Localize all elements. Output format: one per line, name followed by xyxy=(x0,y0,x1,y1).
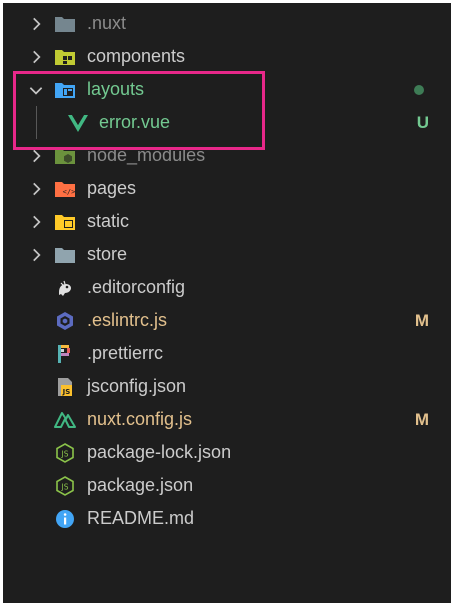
svg-text:JS: JS xyxy=(61,449,69,458)
tree-item-nuxt[interactable]: .nuxt xyxy=(3,7,451,40)
static-folder-icon xyxy=(54,211,76,233)
tree-item-prettierrc[interactable]: .prettierrc xyxy=(3,337,451,370)
chevron-right-icon xyxy=(33,50,41,63)
tree-item-label: pages xyxy=(87,178,137,198)
info-icon xyxy=(54,508,76,530)
nodejs-icon: JS xyxy=(54,442,76,464)
highlight-box xyxy=(13,71,265,150)
tree-item-readme[interactable]: README.md xyxy=(3,502,451,535)
tree-item-label: jsconfig.json xyxy=(87,376,187,396)
tree-item-store[interactable]: store xyxy=(3,238,451,271)
nuxt-icon xyxy=(54,409,76,431)
tree-item-label: static xyxy=(87,211,130,231)
tree-item-label: .prettierrc xyxy=(87,343,164,363)
chevron-right-icon xyxy=(33,182,41,195)
tree-item-components[interactable]: components xyxy=(3,40,451,73)
tree-item-package-json[interactable]: JS package.json xyxy=(3,469,451,502)
tree-item-static[interactable]: static xyxy=(3,205,451,238)
tree-item-jsconfig[interactable]: JS jsconfig.json xyxy=(3,370,451,403)
git-status-badge: M xyxy=(414,409,429,429)
tree-item-package-lock[interactable]: JS package-lock.json xyxy=(3,436,451,469)
tree-item-nuxt-config[interactable]: nuxt.config.js M xyxy=(3,403,451,436)
chevron-right-icon xyxy=(33,248,41,261)
git-status-badge: M xyxy=(414,310,429,330)
pages-folder-icon: </> xyxy=(54,178,76,200)
tree-item-eslintrc[interactable]: .eslintrc.js M xyxy=(3,304,451,337)
svg-text:</>: </> xyxy=(63,188,76,196)
tree-item-label: components xyxy=(87,46,186,66)
editorconfig-icon xyxy=(54,277,76,299)
git-status-dot xyxy=(414,84,424,95)
file-explorer: .nuxt components layouts error.vue U nod… xyxy=(3,3,451,603)
git-status-badge: U xyxy=(416,112,429,132)
components-folder-icon xyxy=(54,46,76,68)
prettier-icon xyxy=(54,343,76,365)
chevron-right-icon xyxy=(33,17,41,30)
tree-item-label: package-lock.json xyxy=(87,442,232,462)
js-config-icon: JS xyxy=(54,376,76,398)
tree-item-label: store xyxy=(87,244,128,264)
tree-item-label: README.md xyxy=(87,508,195,528)
nodejs-icon: JS xyxy=(54,475,76,497)
svg-text:JS: JS xyxy=(61,482,69,491)
eslint-icon xyxy=(54,310,76,332)
folder-icon xyxy=(54,244,76,266)
tree-item-label: .editorconfig xyxy=(87,277,186,297)
folder-icon xyxy=(54,13,76,35)
tree-item-pages[interactable]: </> pages xyxy=(3,172,451,205)
tree-item-label: package.json xyxy=(87,475,194,495)
tree-item-label: .nuxt xyxy=(87,13,127,33)
svg-text:JS: JS xyxy=(62,388,71,396)
tree-item-label: nuxt.config.js xyxy=(87,409,193,429)
tree-item-editorconfig[interactable]: .editorconfig xyxy=(3,271,451,304)
tree-item-label: .eslintrc.js xyxy=(87,310,168,330)
chevron-right-icon xyxy=(33,215,41,228)
